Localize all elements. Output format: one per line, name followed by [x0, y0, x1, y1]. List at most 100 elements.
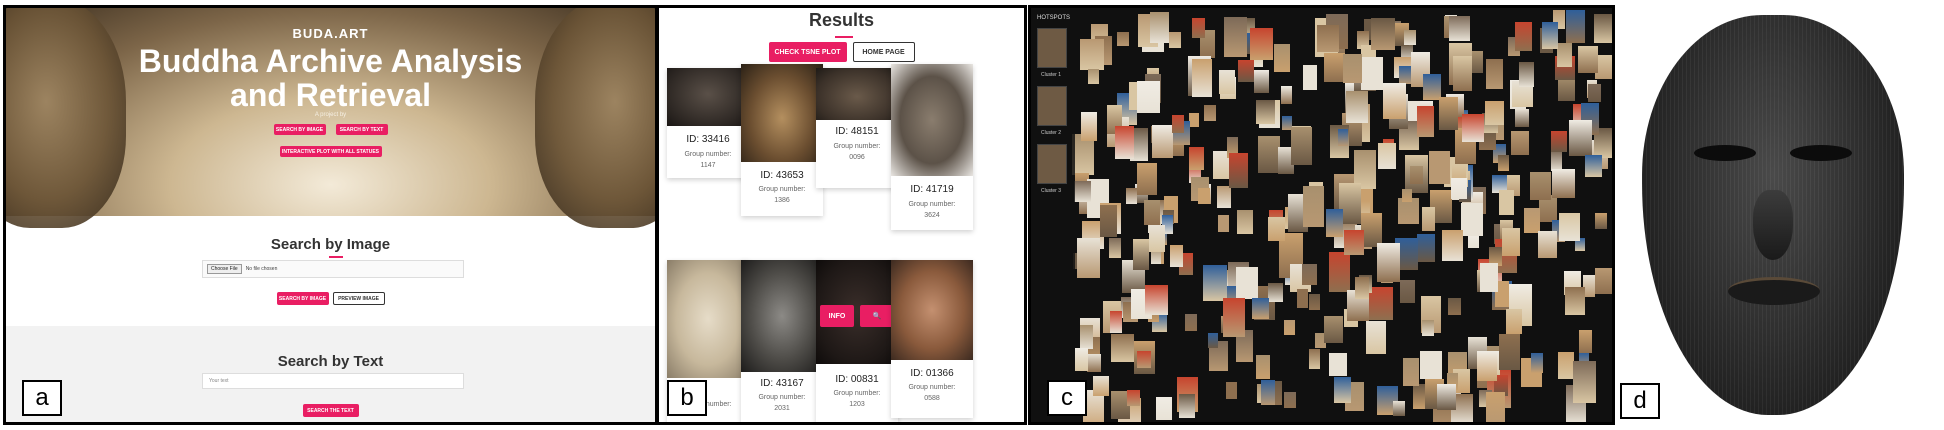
tsne-thumbnail[interactable]	[1223, 297, 1245, 338]
result-card[interactable]: ID: 48151 Group number: 0096	[816, 68, 898, 188]
tsne-thumbnail[interactable]	[1328, 252, 1350, 292]
tsne-thumbnail[interactable]	[1354, 276, 1370, 299]
tsne-thumbnail[interactable]	[1302, 186, 1325, 227]
tsne-thumbnail[interactable]	[1477, 350, 1498, 382]
tsne-thumbnail[interactable]	[1268, 282, 1284, 302]
tsne-thumbnail[interactable]	[1228, 152, 1248, 189]
tsne-thumbnail[interactable]	[1219, 70, 1236, 94]
tsne-thumbnail[interactable]	[1133, 239, 1150, 270]
tsne-thumbnail[interactable]	[1403, 29, 1416, 46]
tsne-thumbnail[interactable]	[1578, 330, 1592, 353]
tsne-thumbnail[interactable]	[1447, 298, 1462, 316]
tsne-thumbnail[interactable]	[1397, 198, 1419, 224]
tsne-thumbnail[interactable]	[1171, 114, 1184, 133]
tsne-thumbnail[interactable]	[1099, 204, 1117, 238]
tsne-thumbnail[interactable]	[1256, 355, 1270, 380]
tsne-thumbnail[interactable]	[1169, 245, 1183, 268]
tsne-thumbnail[interactable]	[1191, 58, 1212, 97]
tsne-thumbnail[interactable]	[1302, 263, 1318, 286]
tsne-thumbnail[interactable]	[1593, 13, 1612, 44]
result-card[interactable]: ID: 43167 Group number: 2031	[741, 260, 823, 422]
tsne-thumbnail[interactable]	[1361, 212, 1382, 248]
tsne-thumbnail[interactable]	[1470, 50, 1483, 73]
tsne-thumbnail[interactable]	[1143, 199, 1161, 226]
text-search-input[interactable]: Your text	[202, 373, 464, 389]
tsne-thumbnail[interactable]	[1572, 360, 1596, 404]
tsne-thumbnail[interactable]	[1530, 352, 1543, 373]
tsne-thumbnail[interactable]	[1290, 126, 1313, 166]
tsne-thumbnail[interactable]	[1074, 180, 1091, 203]
result-card[interactable]: ID: 33416 Group number: 1147	[667, 68, 749, 178]
tsne-thumbnail[interactable]	[1329, 352, 1348, 376]
tsne-thumbnail[interactable]	[1550, 131, 1568, 153]
tsne-thumbnail[interactable]	[1594, 268, 1612, 294]
choose-file-button[interactable]: Choose File	[207, 264, 242, 274]
interactive-plot-button[interactable]: INTERACTIVE PLOT WITH ALL STATUES	[279, 146, 382, 157]
tsne-thumbnail[interactable]	[1168, 32, 1182, 49]
tsne-thumbnail[interactable]	[1137, 81, 1160, 113]
tsne-thumbnail[interactable]	[1565, 10, 1585, 44]
tsne-thumbnail[interactable]	[1558, 351, 1574, 379]
tsne-thumbnail[interactable]	[1149, 225, 1166, 252]
tsne-thumbnail[interactable]	[1080, 111, 1098, 142]
result-card[interactable]: ID: 43653 Group number: 1386	[741, 64, 823, 216]
tsne-thumbnail[interactable]	[1189, 147, 1204, 171]
tsne-thumbnail[interactable]	[1453, 56, 1472, 91]
tsne-thumbnail[interactable]	[1377, 143, 1396, 169]
tsne-thumbnail[interactable]	[1416, 106, 1434, 138]
tsne-thumbnail[interactable]	[1284, 319, 1296, 335]
tsne-thumbnail[interactable]	[1280, 85, 1292, 105]
result-card[interactable]: ID: 01366 Group number: 0588	[891, 260, 973, 418]
tsne-thumbnail[interactable]	[1225, 382, 1237, 399]
tsne-thumbnail[interactable]	[1145, 285, 1168, 315]
tsne-thumbnail[interactable]	[1428, 151, 1451, 184]
tsne-thumbnail[interactable]	[1237, 60, 1255, 82]
tsne-thumbnail[interactable]	[1257, 135, 1281, 174]
tsne-thumbnail[interactable]	[1323, 52, 1346, 83]
tsne-thumbnail[interactable]	[1480, 262, 1498, 293]
cluster-1-thumbnail[interactable]	[1037, 28, 1067, 68]
tsne-thumbnail[interactable]	[1399, 280, 1415, 304]
info-button[interactable]: INFO	[820, 305, 854, 327]
tsne-thumbnail[interactable]	[1524, 207, 1540, 234]
result-card[interactable]: INFO 🔍 ID: 00831 Group number: 1203	[816, 260, 898, 422]
tsne-thumbnail[interactable]	[1437, 384, 1457, 410]
tsne-thumbnail[interactable]	[1254, 69, 1270, 94]
tsne-thumbnail[interactable]	[1075, 347, 1089, 371]
tsne-thumbnail[interactable]	[1178, 393, 1196, 418]
tsne-thumbnail[interactable]	[1498, 333, 1520, 370]
tsne-thumbnail[interactable]	[1361, 56, 1383, 90]
cluster-3-thumbnail[interactable]	[1037, 144, 1067, 184]
tsne-thumbnail[interactable]	[1249, 28, 1273, 61]
tsne-thumbnail[interactable]	[1538, 230, 1558, 258]
tsne-thumbnail[interactable]	[1156, 397, 1172, 420]
tsne-thumbnail[interactable]	[1261, 380, 1275, 406]
tsne-thumbnail[interactable]	[1087, 353, 1102, 373]
tsne-thumbnail[interactable]	[1237, 209, 1253, 234]
tsne-thumbnail[interactable]	[1420, 350, 1442, 380]
hero-search-by-image-button[interactable]: SEARCH BY IMAGE	[273, 124, 326, 135]
tsne-thumbnail[interactable]	[1557, 42, 1573, 68]
tsne-thumbnail[interactable]	[1422, 73, 1441, 101]
tsne-thumbnail[interactable]	[1403, 357, 1419, 387]
tsne-thumbnail[interactable]	[1150, 12, 1170, 43]
tsne-thumbnail[interactable]	[1117, 31, 1129, 47]
tsne-thumbnail[interactable]	[1449, 16, 1470, 42]
tsne-thumbnail[interactable]	[1125, 187, 1137, 204]
tsne-thumbnail[interactable]	[1558, 213, 1580, 242]
tsne-thumbnail[interactable]	[1274, 44, 1290, 73]
tsne-thumbnail[interactable]	[1485, 59, 1503, 89]
tsne-thumbnail[interactable]	[1514, 108, 1529, 127]
tsne-thumbnail[interactable]	[1309, 294, 1320, 311]
tsne-thumbnail[interactable]	[1152, 125, 1174, 159]
tsne-thumbnail[interactable]	[1506, 309, 1522, 334]
tsne-thumbnail[interactable]	[1192, 17, 1206, 39]
tsne-thumbnail[interactable]	[1587, 84, 1602, 102]
tsne-thumbnail[interactable]	[1296, 289, 1308, 309]
tsne-thumbnail[interactable]	[1409, 166, 1424, 184]
tsne-thumbnail[interactable]	[1577, 45, 1598, 74]
tsne-thumbnail[interactable]	[1188, 113, 1200, 127]
tsne-thumbnail[interactable]	[1421, 320, 1434, 337]
preview-image-button[interactable]: PREVIEW IMAGE	[332, 292, 385, 305]
tsne-thumbnail[interactable]	[1317, 25, 1339, 52]
